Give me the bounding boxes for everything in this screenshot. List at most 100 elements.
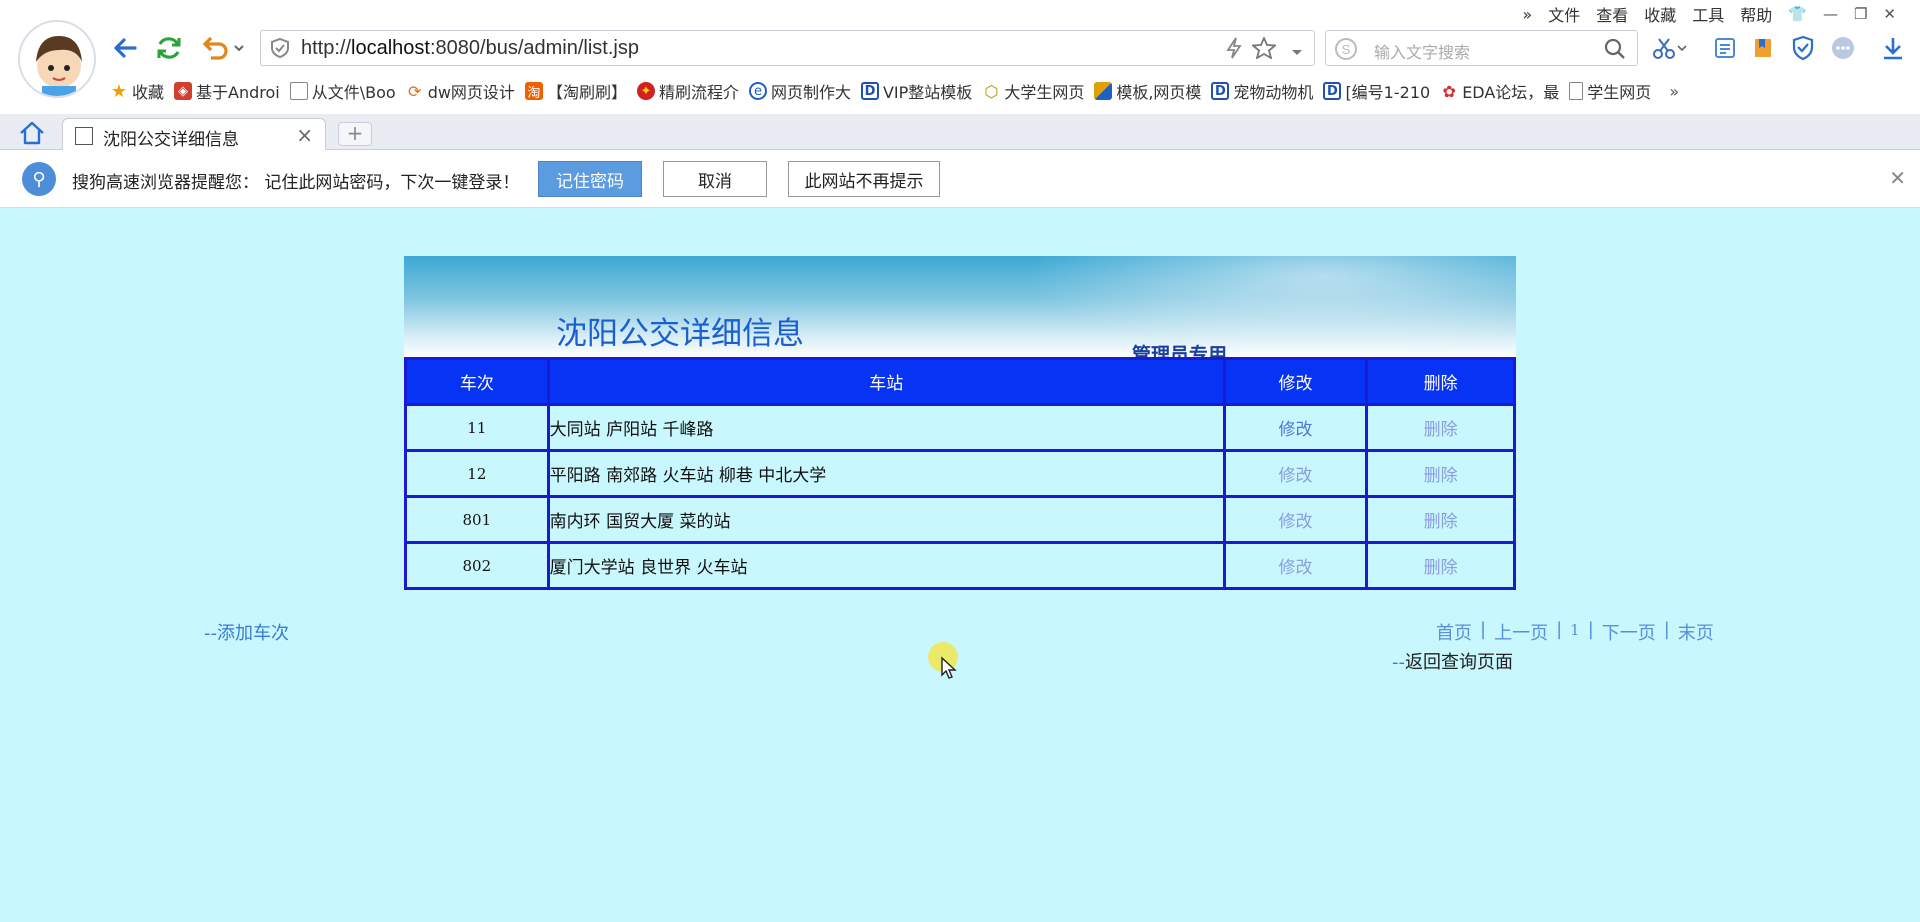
refresh-button[interactable]	[152, 32, 186, 64]
bookmark-item[interactable]: 从文件\Boo	[289, 79, 396, 103]
page-favicon-icon	[75, 127, 93, 145]
bookmark-item[interactable]: ✦ 精刷流程介	[636, 79, 739, 103]
edit-link[interactable]: 修改	[1222, 541, 1369, 590]
bookmark-item[interactable]: ⬡ 大学生网页	[982, 79, 1084, 103]
menu-file[interactable]: 文件	[1548, 2, 1580, 26]
new-tab-button[interactable]: +	[338, 122, 372, 146]
bookmark-item[interactable]: 学生网页	[1569, 79, 1651, 103]
edit-link[interactable]: 修改	[1222, 449, 1369, 498]
sogou-icon: S	[1334, 37, 1358, 65]
back-link-text: 返回查询页面	[1405, 652, 1513, 673]
bookmark-item[interactable]: e 网页制作大	[748, 79, 851, 103]
page-icon	[1569, 82, 1584, 100]
back-to-query-link[interactable]: --返回查询页面	[1392, 648, 1513, 674]
download-icon[interactable]	[1878, 34, 1908, 62]
never-for-site-button[interactable]: 此网站不再提示	[788, 161, 940, 197]
lightning-icon[interactable]	[1224, 37, 1244, 63]
bookmark-item[interactable]: ★ 收藏	[110, 79, 164, 103]
search-icon[interactable]	[1603, 37, 1627, 65]
bookmark-item[interactable]: ✿ EDA论坛，最	[1440, 79, 1559, 103]
bookmark-manager-icon[interactable]	[1748, 34, 1778, 62]
bookmark-item[interactable]: 淘【淘刷刷】	[524, 79, 627, 103]
edit-link[interactable]: 修改	[1222, 495, 1369, 544]
security-shield-icon[interactable]	[1788, 34, 1818, 62]
user-avatar[interactable]	[18, 20, 96, 98]
tao-icon: 淘	[524, 82, 543, 101]
bookmark-item[interactable]: D 宠物动物机	[1211, 79, 1313, 103]
page-title: 沈阳公交详细信息	[556, 316, 804, 352]
back-arrow-icon	[114, 38, 137, 58]
table-row: 802 厦门大学站 良世界 火车站 修改 删除	[404, 541, 1516, 590]
folder-icon	[289, 82, 308, 100]
delete-link[interactable]: 删除	[1365, 541, 1516, 590]
bookmark-item[interactable]: ⟳ dw网页设计	[406, 79, 515, 103]
bookmark-item[interactable]: ◈ 基于Androi	[174, 79, 280, 103]
restore-icon[interactable]: ❐	[1854, 5, 1867, 23]
undo-close-button[interactable]	[196, 32, 250, 64]
tab-title: 沈阳公交详细信息	[103, 130, 239, 150]
back-link-dash: --	[1392, 652, 1405, 673]
back-button[interactable]	[108, 32, 142, 64]
table-header-row: 车次 车站 修改 删除	[404, 357, 1516, 406]
reader-icon[interactable]	[1710, 34, 1740, 62]
route-number: 12	[404, 449, 550, 498]
delete-link[interactable]: 删除	[1365, 495, 1516, 544]
pager-separator: |	[1556, 619, 1563, 640]
delete-link[interactable]: 删除	[1365, 449, 1516, 498]
route-number: 802	[404, 541, 550, 590]
bookmark-item[interactable]: D [编号1-210	[1323, 79, 1430, 103]
search-placeholder: 输入文字搜索	[1374, 43, 1471, 62]
d-icon: D	[1323, 82, 1342, 100]
prev-page-link[interactable]: 上一页	[1494, 619, 1548, 645]
first-page-link[interactable]: 首页	[1436, 619, 1472, 645]
delete-link[interactable]: 删除	[1365, 403, 1516, 452]
menu-help[interactable]: 帮助	[1740, 2, 1772, 26]
current-page-number: 1	[1570, 621, 1580, 639]
route-number: 11	[404, 403, 550, 452]
url-text[interactable]: http://localhost:8080/bus/admin/list.jsp	[301, 37, 639, 60]
bookmarks-bar: ★ 收藏 ◈ 基于Androi 从文件\Boo ⟳ dw网页设计 淘【淘刷刷】 ✦ 精刷…	[110, 78, 1679, 104]
more-tools-icon[interactable]	[1828, 34, 1858, 62]
skin-icon[interactable]: 👕	[1788, 5, 1807, 23]
d-icon: D	[860, 82, 879, 100]
home-icon[interactable]	[18, 120, 46, 150]
station-list: 大同站 庐阳站 千峰路	[546, 403, 1226, 452]
window-close-icon[interactable]: ✕	[1883, 5, 1896, 23]
tile-icon	[1094, 82, 1113, 100]
search-box[interactable]: S 输入文字搜索	[1325, 30, 1638, 66]
menu-more-icon[interactable]: »	[1522, 5, 1532, 24]
header-edit: 修改	[1222, 357, 1369, 406]
edit-link[interactable]: 修改	[1222, 403, 1369, 452]
password-notification-bar: ⚲ 搜狗高速浏览器提醒您： 记住此网站密码，下次一键登录！ 记住密码 取消 此网…	[0, 150, 1920, 208]
next-page-link[interactable]: 下一页	[1602, 619, 1656, 645]
header-route-number: 车次	[404, 357, 550, 406]
tab-active[interactable]: 沈阳公交详细信息 ×	[62, 118, 326, 151]
bookmarks-more-icon[interactable]: »	[1669, 82, 1679, 101]
undo-icon	[202, 36, 244, 60]
notification-message: 搜狗高速浏览器提醒您： 记住此网站密码，下次一键登录！	[72, 173, 520, 193]
add-route-link[interactable]: --添加车次	[204, 619, 289, 645]
notification-close-icon[interactable]: ✕	[1889, 166, 1906, 190]
menu-tools[interactable]: 工具	[1692, 2, 1724, 26]
address-bar[interactable]: http://localhost:8080/bus/admin/list.jsp	[260, 30, 1315, 66]
header-delete: 删除	[1365, 357, 1516, 406]
bookmark-item[interactable]: D VIP整站模板	[860, 79, 972, 103]
dropdown-icon[interactable]	[1290, 43, 1304, 62]
top-menu: » 文件 查看 收藏 工具 帮助 👕 — ❐ ✕	[1522, 2, 1896, 26]
banner-glow	[1024, 256, 1516, 356]
table-row: 11 大同站 庐阳站 千峰路 修改 删除	[404, 403, 1516, 452]
remember-password-button[interactable]: 记住密码	[538, 161, 642, 197]
star-bookmark-icon[interactable]	[1250, 35, 1278, 63]
bookmark-item[interactable]: 模板,网页模	[1094, 79, 1201, 103]
eda-icon: ✿	[1442, 81, 1456, 101]
swirl-icon: ⟳	[407, 81, 422, 101]
minimize-icon[interactable]: —	[1823, 5, 1838, 23]
tab-close-icon[interactable]: ×	[296, 123, 313, 147]
shield-icon	[269, 37, 291, 63]
menu-favorites[interactable]: 收藏	[1644, 2, 1676, 26]
menu-view[interactable]: 查看	[1596, 2, 1628, 26]
cancel-button[interactable]: 取消	[663, 161, 767, 197]
svg-text:S: S	[1342, 42, 1351, 57]
last-page-link[interactable]: 末页	[1678, 619, 1714, 645]
scissors-icon[interactable]	[1650, 34, 1690, 62]
